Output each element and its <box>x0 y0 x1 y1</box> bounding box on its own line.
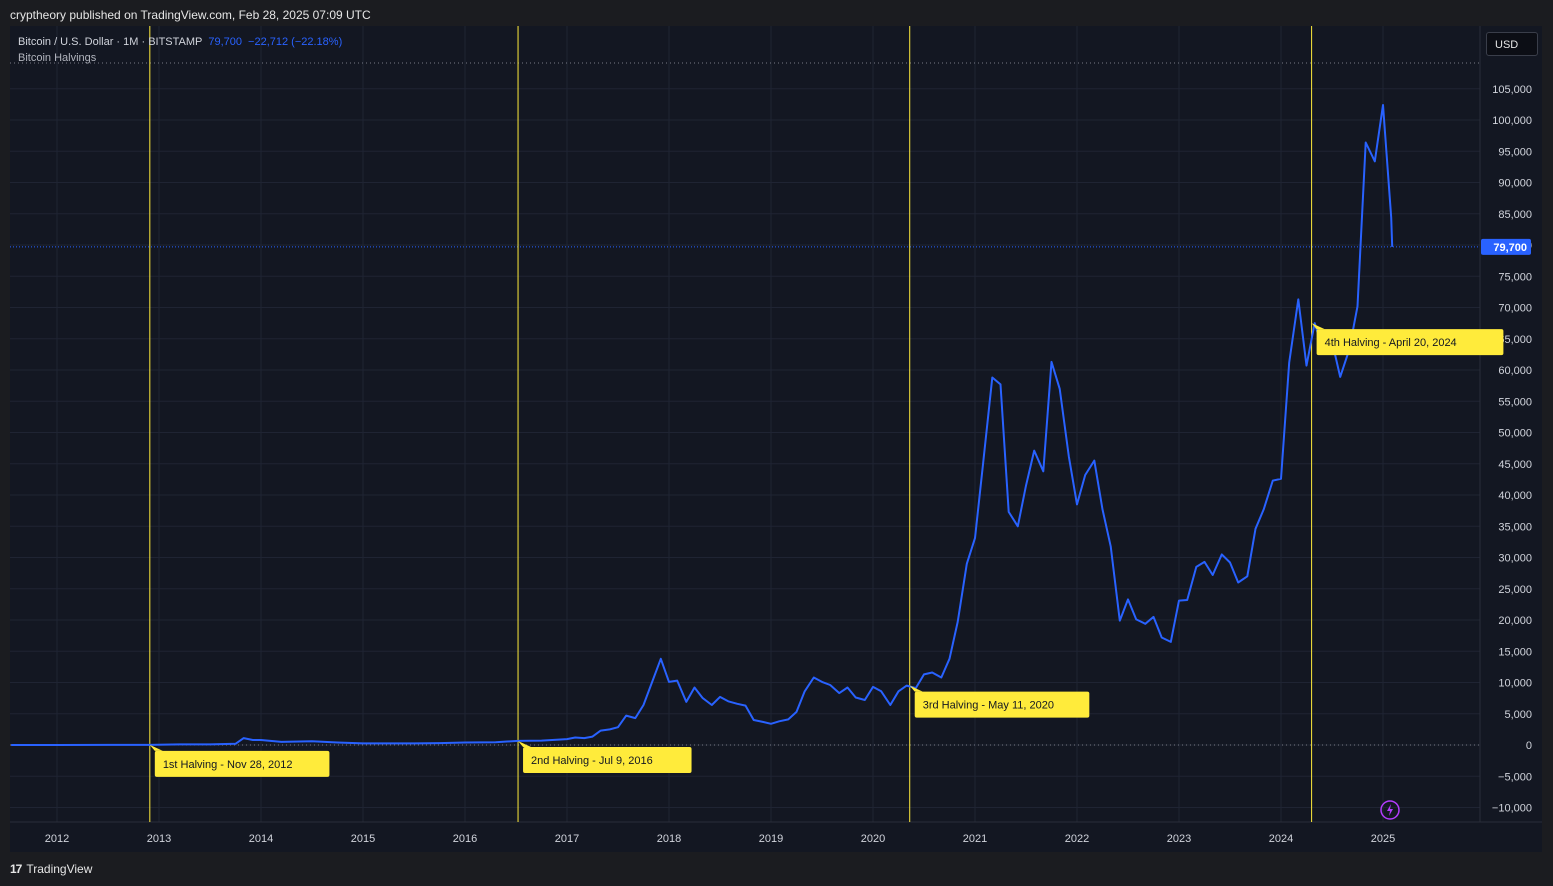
x-tick-label: 2020 <box>861 833 885 845</box>
y-tick-label: 20,000 <box>1498 615 1532 627</box>
halving-label-text: 3rd Halving - May 11, 2020 <box>923 700 1054 712</box>
y-tick-label: 75,000 <box>1498 271 1532 283</box>
halving-label-text: 2nd Halving - Jul 9, 2016 <box>531 755 653 767</box>
y-tick-label: 0 <box>1526 740 1532 752</box>
x-tick-label: 2018 <box>657 833 681 845</box>
y-tick-label: 15,000 <box>1498 646 1532 658</box>
x-tick-label: 2014 <box>249 833 273 845</box>
halving-label-pointer <box>149 744 163 751</box>
y-tick-label: 100,000 <box>1492 115 1532 127</box>
halving-label-pointer <box>518 740 532 747</box>
y-tick-label: 25,000 <box>1498 584 1532 596</box>
tradingview-logo-icon: 17 <box>10 862 22 876</box>
change-value: −22,712 (−22.18%) <box>248 36 343 48</box>
x-tick-label: 2017 <box>555 833 579 845</box>
x-tick-label: 2024 <box>1269 833 1293 845</box>
chart-legend: Bitcoin / U.S. Dollar · 1M · BITSTAMP 79,… <box>18 34 342 66</box>
x-tick-label: 2025 <box>1371 833 1395 845</box>
y-tick-label: 55,000 <box>1498 396 1532 408</box>
y-tick-label: 90,000 <box>1498 178 1532 190</box>
publish-header: cryptheory published on TradingView.com,… <box>10 8 371 22</box>
last-price-tag-label: 79,700 <box>1493 242 1527 254</box>
halving-label-text: 4th Halving - April 20, 2024 <box>1325 337 1457 349</box>
y-tick-label: 95,000 <box>1498 146 1532 158</box>
indicator-label[interactable]: Bitcoin Halvings <box>18 50 342 66</box>
price-chart[interactable]: 105,000100,00095,00090,00085,00080,00075… <box>10 26 1542 852</box>
y-tick-label: 105,000 <box>1492 84 1532 96</box>
y-tick-label: 50,000 <box>1498 428 1532 440</box>
x-tick-label: 2012 <box>45 833 69 845</box>
y-tick-label: 45,000 <box>1498 459 1532 471</box>
x-tick-label: 2022 <box>1065 833 1089 845</box>
footer: 17 TradingView <box>10 860 92 878</box>
y-tick-label: 70,000 <box>1498 303 1532 315</box>
lightning-bolt-icon <box>1387 804 1393 816</box>
y-tick-label: 85,000 <box>1498 209 1532 221</box>
y-tick-label: 60,000 <box>1498 365 1532 377</box>
price-series-line[interactable] <box>11 104 1394 746</box>
y-tick-label: 40,000 <box>1498 490 1532 502</box>
halving-label-text: 1st Halving - Nov 28, 2012 <box>163 759 293 771</box>
x-tick-label: 2023 <box>1167 833 1191 845</box>
y-tick-label: 35,000 <box>1498 521 1532 533</box>
brand-label[interactable]: TradingView <box>26 860 92 878</box>
last-value: 79,700 <box>208 36 243 48</box>
x-tick-label: 2019 <box>759 833 783 845</box>
x-tick-label: 2016 <box>453 833 477 845</box>
x-tick-label: 2013 <box>147 833 171 845</box>
chart-area[interactable]: 105,000100,00095,00090,00085,00080,00075… <box>10 26 1542 852</box>
currency-button[interactable]: USD <box>1486 32 1538 56</box>
symbol-label[interactable]: Bitcoin / U.S. Dollar · 1M · BITSTAMP <box>18 36 202 48</box>
y-tick-label: 5,000 <box>1504 709 1532 721</box>
x-tick-label: 2021 <box>963 833 987 845</box>
x-tick-label: 2015 <box>351 833 375 845</box>
y-tick-label: 10,000 <box>1498 678 1532 690</box>
y-tick-label: 30,000 <box>1498 553 1532 565</box>
y-tick-label: −5,000 <box>1498 771 1532 783</box>
y-tick-label: −10,000 <box>1492 803 1532 815</box>
